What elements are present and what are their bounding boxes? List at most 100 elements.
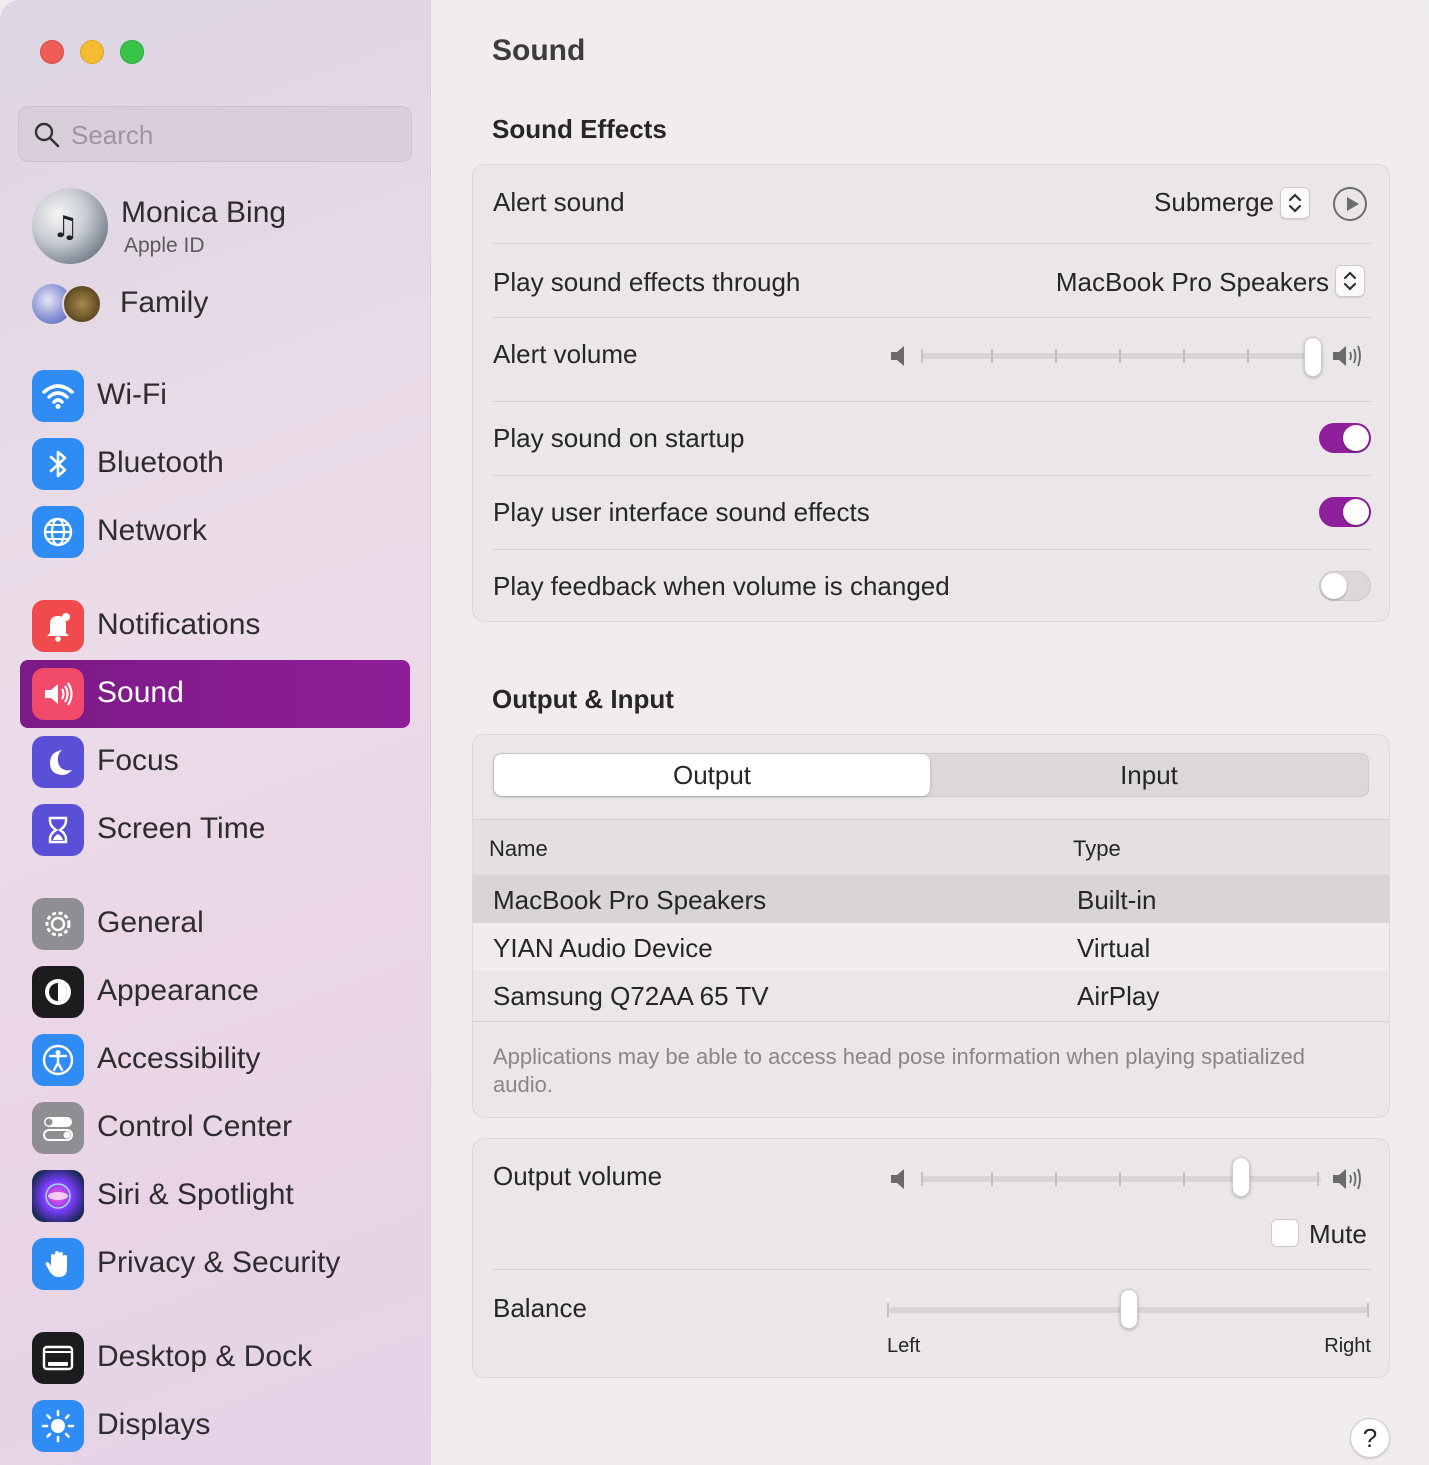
play-through-row: Play sound effects through MacBook Pro S… (493, 243, 1371, 317)
table-row[interactable]: MacBook Pro Speakers Built-in (473, 875, 1389, 923)
globe-icon (32, 506, 84, 558)
device-name: Samsung Q72AA 65 TV (493, 981, 769, 1011)
sidebar-item-label: Appearance (97, 974, 259, 1007)
sidebar-item-privacy[interactable]: Privacy & Security (20, 1230, 410, 1298)
search-field[interactable] (18, 106, 412, 162)
sidebar-item-appearance[interactable]: Appearance (20, 958, 410, 1026)
startup-sound-label: Play sound on startup (493, 423, 745, 453)
ui-sounds-row: Play user interface sound effects (493, 475, 1371, 549)
sidebar-item-siri[interactable]: Siri & Spotlight (20, 1162, 410, 1230)
tab-output[interactable]: Output (494, 754, 930, 796)
sidebar-item-control-center[interactable]: Control Center (20, 1094, 410, 1162)
alert-sound-value[interactable]: Submerge (1154, 187, 1274, 218)
volume-feedback-row: Play feedback when volume is changed (493, 549, 1371, 623)
table-row[interactable]: Samsung Q72AA 65 TV AirPlay (473, 971, 1389, 1021)
device-table-header: Name Type (473, 819, 1389, 875)
sidebar-item-label: Control Center (97, 1110, 293, 1143)
sidebar-item-label: Bluetooth (97, 446, 224, 479)
balance-slider-knob[interactable] (1120, 1289, 1138, 1329)
sidebar-item-desktop-dock[interactable]: Desktop & Dock (20, 1324, 410, 1392)
column-type-header[interactable]: Type (1073, 836, 1121, 862)
sidebar-item-label: Notifications (97, 608, 261, 641)
alert-sound-row: Alert sound Submerge (493, 165, 1371, 243)
output-input-card: Output Input Name Type MacBook Pro Speak… (472, 734, 1390, 1118)
settings-window: ♫ Monica Bing Apple ID Family Wi-Fi Blue… (0, 0, 1429, 1465)
siri-icon (32, 1170, 84, 1222)
device-type: Built-in (1077, 885, 1157, 915)
output-volume-track[interactable] (921, 1176, 1321, 1182)
sidebar-item-accessibility[interactable]: Accessibility (20, 1026, 410, 1094)
sidebar-item-label: Siri & Spotlight (97, 1178, 294, 1211)
volume-feedback-toggle[interactable] (1319, 571, 1371, 601)
sound-effects-heading: Sound Effects (492, 114, 667, 144)
mute-label: Mute (1309, 1219, 1367, 1249)
sidebar-item-label: Accessibility (97, 1042, 261, 1075)
search-input[interactable] (71, 117, 391, 153)
zoom-window-button[interactable] (120, 40, 144, 64)
toggles-icon (32, 1102, 84, 1154)
play-through-value[interactable]: MacBook Pro Speakers (1056, 267, 1329, 298)
output-volume-slider-knob[interactable] (1232, 1157, 1250, 1197)
tab-input[interactable]: Input (930, 754, 1368, 796)
family-item[interactable]: Family (32, 282, 412, 328)
dock-icon (32, 1332, 84, 1384)
startup-sound-row: Play sound on startup (493, 401, 1371, 475)
avatar: ♫ (32, 188, 108, 264)
sidebar-item-label: Focus (97, 744, 179, 777)
alert-volume-label: Alert volume (493, 339, 638, 369)
sidebar-item-bluetooth[interactable]: Bluetooth (20, 430, 410, 498)
bell-icon (32, 600, 84, 652)
page-title: Sound (492, 34, 586, 67)
sidebar-item-focus[interactable]: Focus (20, 728, 410, 796)
close-window-button[interactable] (40, 40, 64, 64)
gear-icon (32, 898, 84, 950)
alert-volume-slider-knob[interactable] (1304, 337, 1322, 377)
sidebar-item-label: Network (97, 514, 208, 547)
main-pane: Sound Sound Effects Alert sound Submerge… (432, 0, 1429, 1465)
sidebar-item-network[interactable]: Network (20, 498, 410, 566)
alert-volume-track[interactable] (921, 353, 1321, 359)
hand-icon (32, 1238, 84, 1290)
output-volume-row: Output volume Mute (493, 1139, 1371, 1269)
accessibility-icon (32, 1034, 84, 1086)
sidebar: ♫ Monica Bing Apple ID Family Wi-Fi Blue… (0, 0, 431, 1465)
sidebar-item-notifications[interactable]: Notifications (20, 592, 410, 660)
moon-icon (32, 736, 84, 788)
speaker-low-icon (891, 346, 904, 366)
device-name: MacBook Pro Speakers (493, 885, 767, 915)
sidebar-item-label: Sound (97, 676, 184, 709)
alert-volume-row: Alert volume (493, 317, 1371, 401)
sidebar-item-screen-time[interactable]: Screen Time (20, 796, 410, 864)
search-icon (34, 122, 60, 148)
sidebar-item-general[interactable]: General (20, 890, 410, 958)
sidebar-item-label: Wi-Fi (97, 378, 167, 411)
play-through-label: Play sound effects through (493, 267, 801, 297)
column-name-header[interactable]: Name (489, 836, 548, 862)
device-type: AirPlay (1077, 981, 1160, 1011)
startup-sound-toggle[interactable] (1319, 423, 1371, 453)
ui-sounds-toggle[interactable] (1319, 497, 1371, 527)
wifi-icon (32, 370, 84, 422)
sidebar-item-displays[interactable]: Displays (20, 1392, 410, 1460)
output-volume-card: Output volume Mute Balance Left Right (472, 1138, 1390, 1378)
hourglass-icon (32, 804, 84, 856)
ui-sounds-label: Play user interface sound effects (493, 497, 870, 527)
play-alert-button[interactable] (1333, 187, 1367, 221)
sidebar-item-label: Privacy & Security (97, 1246, 341, 1279)
play-through-popup-button[interactable] (1335, 265, 1365, 297)
device-type: Virtual (1077, 933, 1151, 963)
mute-checkbox[interactable] (1271, 1219, 1299, 1247)
sidebar-item-label: General (97, 906, 204, 939)
balance-left-label: Left (887, 1335, 921, 1357)
table-row[interactable]: YIAN Audio Device Virtual (473, 923, 1389, 971)
sound-effects-card: Alert sound Submerge Play sound effects … (472, 164, 1390, 622)
alert-sound-label: Alert sound (493, 187, 625, 217)
volume-feedback-label: Play feedback when volume is changed (493, 571, 950, 601)
help-button[interactable]: ? (1350, 1418, 1390, 1458)
minimize-window-button[interactable] (80, 40, 104, 64)
sidebar-item-sound[interactable]: Sound (20, 660, 410, 728)
alert-sound-popup-button[interactable] (1280, 187, 1310, 219)
sidebar-item-wifi[interactable]: Wi-Fi (20, 362, 410, 430)
speaker-low-icon (891, 1169, 904, 1189)
apple-id-profile[interactable]: ♫ Monica Bing Apple ID (32, 188, 412, 266)
